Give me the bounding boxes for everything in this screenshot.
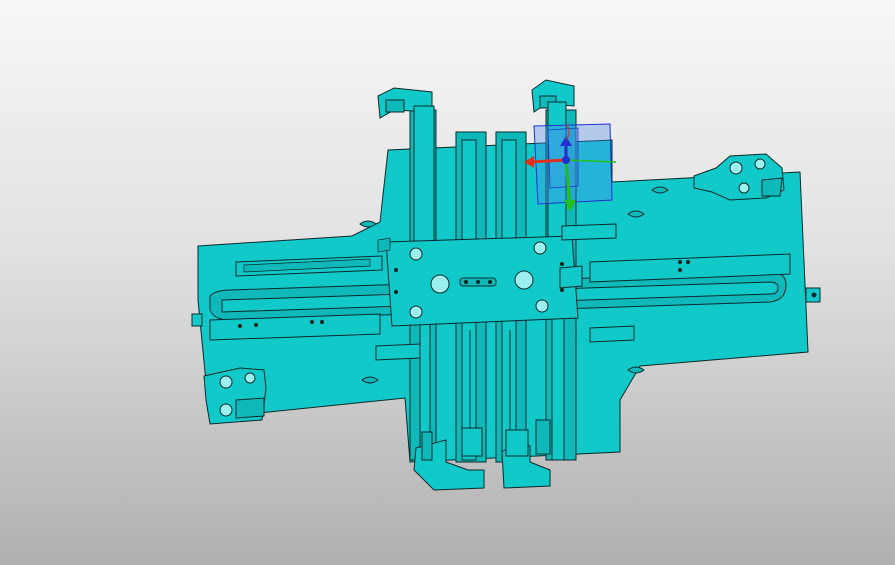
x-axis-handle	[529, 158, 567, 164]
xyz-manipulator-icon[interactable]	[524, 123, 617, 212]
bottom-right-claw[interactable]	[501, 419, 551, 489]
cad-assembly-model[interactable]	[0, 0, 895, 565]
3d-viewport[interactable]	[0, 0, 895, 565]
left-clamp-assembly[interactable]	[203, 367, 267, 425]
